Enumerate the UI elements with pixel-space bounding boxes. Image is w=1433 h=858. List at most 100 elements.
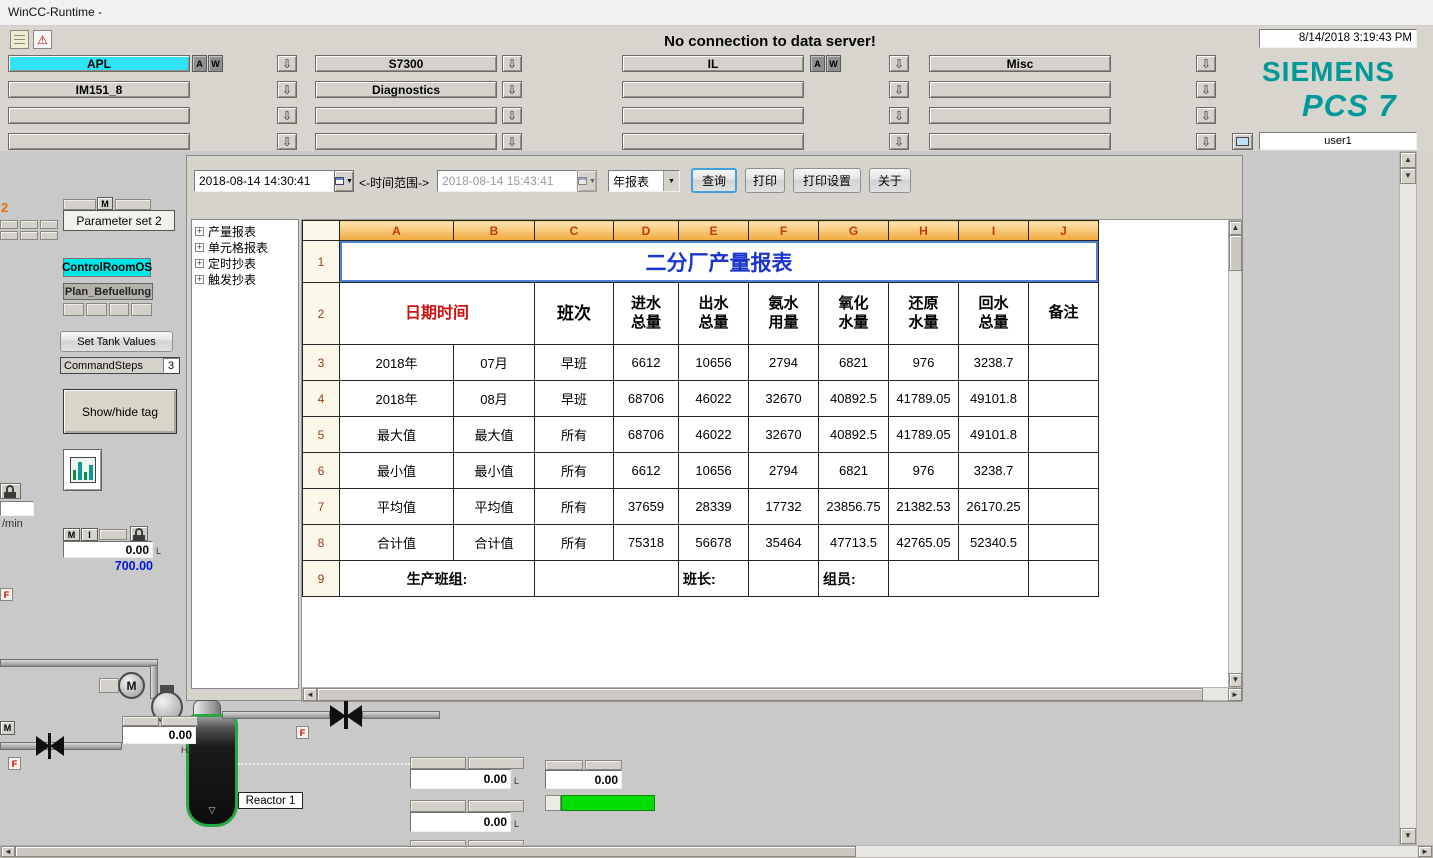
- footer-cell[interactable]: [749, 561, 819, 597]
- screen-selector-button[interactable]: [1232, 133, 1253, 150]
- nav-button-empty[interactable]: [622, 81, 804, 98]
- query-button[interactable]: 查询: [691, 168, 737, 193]
- sheet-cell[interactable]: 2794: [749, 345, 819, 381]
- sheet-cell[interactable]: 68706: [614, 417, 679, 453]
- show-hide-tag-button[interactable]: Show/hide tag: [63, 389, 177, 434]
- header-cell[interactable]: 氨水 用量: [749, 283, 819, 345]
- sheet-cell[interactable]: 21382.53: [889, 489, 959, 525]
- motor-mode-box[interactable]: M: [0, 721, 15, 735]
- start-time-dropdown-button[interactable]: ▼: [334, 170, 354, 192]
- scroll-left-button[interactable]: ◄: [303, 688, 317, 701]
- report-icon[interactable]: [10, 30, 29, 49]
- sheet-cell[interactable]: [1029, 453, 1099, 489]
- footer-cell[interactable]: 班长:: [679, 561, 749, 597]
- nav-button-empty[interactable]: [622, 133, 804, 150]
- nav-dropdown-button[interactable]: ⇩: [889, 55, 909, 72]
- parameter-set-button[interactable]: Parameter set 2: [63, 210, 175, 231]
- nav-dropdown-button[interactable]: ⇩: [277, 107, 297, 124]
- sheet-cell[interactable]: 6821: [819, 453, 889, 489]
- nav-dropdown-button[interactable]: ⇩: [502, 55, 522, 72]
- row-number[interactable]: 8: [303, 525, 340, 561]
- sheet-cell[interactable]: 37659: [614, 489, 679, 525]
- nav-dropdown-button[interactable]: ⇩: [277, 55, 297, 72]
- header-cell[interactable]: 回水 总量: [959, 283, 1029, 345]
- sheet-cell[interactable]: 17732: [749, 489, 819, 525]
- expand-icon[interactable]: [195, 259, 204, 268]
- header-cell[interactable]: 还原 水量: [889, 283, 959, 345]
- sheet-cell[interactable]: 6612: [614, 453, 679, 489]
- sheet-cell[interactable]: 46022: [679, 381, 749, 417]
- print-setup-button[interactable]: 打印设置: [793, 168, 861, 193]
- sheet-cell[interactable]: 平均值: [340, 489, 454, 525]
- sheet-cell[interactable]: [1029, 417, 1099, 453]
- column-header[interactable]: B: [454, 221, 535, 241]
- header-cell[interactable]: 日期时间: [340, 283, 535, 345]
- valve-icon[interactable]: [50, 736, 64, 756]
- nav-dropdown-button[interactable]: ⇩: [889, 133, 909, 150]
- sheet-cell[interactable]: 所有: [535, 453, 614, 489]
- nav-dropdown-button[interactable]: ⇩: [1196, 107, 1216, 124]
- row-number[interactable]: 3: [303, 345, 340, 381]
- expand-icon[interactable]: [195, 243, 204, 252]
- scroll-right-button[interactable]: ►: [1418, 846, 1432, 857]
- header-cell[interactable]: 备注: [1029, 283, 1099, 345]
- scrollbar-thumb[interactable]: [15, 846, 856, 857]
- nav-dropdown-button[interactable]: ⇩: [277, 81, 297, 98]
- footer-cell[interactable]: [889, 561, 1029, 597]
- sheet-cell[interactable]: 早班: [535, 381, 614, 417]
- nav-dropdown-button[interactable]: ⇩: [502, 81, 522, 98]
- expand-icon[interactable]: [195, 275, 204, 284]
- valve-icon[interactable]: [346, 705, 362, 727]
- row-number[interactable]: 6: [303, 453, 340, 489]
- nav-button-empty[interactable]: [929, 107, 1111, 124]
- scroll-right-button[interactable]: ►: [1228, 688, 1242, 701]
- footer-cell[interactable]: 生产班组:: [340, 561, 535, 597]
- column-header[interactable]: F: [749, 221, 819, 241]
- row-number[interactable]: 7: [303, 489, 340, 525]
- sheet-cell[interactable]: 35464: [749, 525, 819, 561]
- nav-button-diagnostics[interactable]: Diagnostics: [315, 81, 497, 98]
- row-number[interactable]: 1: [303, 241, 340, 283]
- sheet-cell[interactable]: 10656: [679, 345, 749, 381]
- nav-button-im151[interactable]: IM151_8: [8, 81, 190, 98]
- nav-dropdown-button[interactable]: ⇩: [502, 107, 522, 124]
- scroll-up-button[interactable]: ▲: [1400, 152, 1416, 168]
- sheet-cell[interactable]: [1029, 525, 1099, 561]
- main-horizontal-scrollbar[interactable]: ◄ ►: [0, 845, 1433, 858]
- sheet-cell[interactable]: 2794: [749, 453, 819, 489]
- expand-icon[interactable]: [195, 227, 204, 236]
- sheet-cell[interactable]: 52340.5: [959, 525, 1029, 561]
- sheet-cell[interactable]: 68706: [614, 381, 679, 417]
- column-header[interactable]: I: [959, 221, 1029, 241]
- row-number[interactable]: 2: [303, 283, 340, 345]
- sheet-cell[interactable]: 42765.05: [889, 525, 959, 561]
- sheet-cell[interactable]: 3238.7: [959, 345, 1029, 381]
- sheet-horizontal-scrollbar[interactable]: ◄ ►: [302, 687, 1242, 701]
- nav-button-misc[interactable]: Misc: [929, 55, 1111, 72]
- report-type-select[interactable]: 年报表 ▼: [608, 170, 680, 192]
- sheet-cell[interactable]: 976: [889, 345, 959, 381]
- sheet-cell[interactable]: 所有: [535, 489, 614, 525]
- column-header[interactable]: H: [889, 221, 959, 241]
- sheet-cell[interactable]: 40892.5: [819, 417, 889, 453]
- faceplate-button[interactable]: [63, 449, 102, 491]
- nav-dropdown-button[interactable]: ⇩: [1196, 55, 1216, 72]
- nav-w-button[interactable]: W: [826, 55, 841, 72]
- start-time-picker[interactable]: 2018-08-14 14:30:41: [194, 170, 334, 192]
- column-header[interactable]: A: [340, 221, 454, 241]
- sheet-cell[interactable]: 28339: [679, 489, 749, 525]
- sheet-cell[interactable]: 所有: [535, 525, 614, 561]
- nav-button-empty[interactable]: [8, 107, 190, 124]
- sheet-cell[interactable]: 最大值: [454, 417, 535, 453]
- row-number[interactable]: 9: [303, 561, 340, 597]
- sheet-cell[interactable]: 07月: [454, 345, 535, 381]
- scrollbar-thumb[interactable]: [317, 688, 1203, 701]
- scroll-up-button[interactable]: ▲: [1229, 221, 1242, 235]
- sheet-cell[interactable]: 26170.25: [959, 489, 1029, 525]
- nav-dropdown-button[interactable]: ⇩: [889, 81, 909, 98]
- column-header[interactable]: D: [614, 221, 679, 241]
- tree-item-scheduled-report[interactable]: 定时抄表: [192, 255, 298, 271]
- sheet-cell[interactable]: 最小值: [454, 453, 535, 489]
- sheet-cell[interactable]: 3238.7: [959, 453, 1029, 489]
- sheet-corner[interactable]: [303, 221, 340, 241]
